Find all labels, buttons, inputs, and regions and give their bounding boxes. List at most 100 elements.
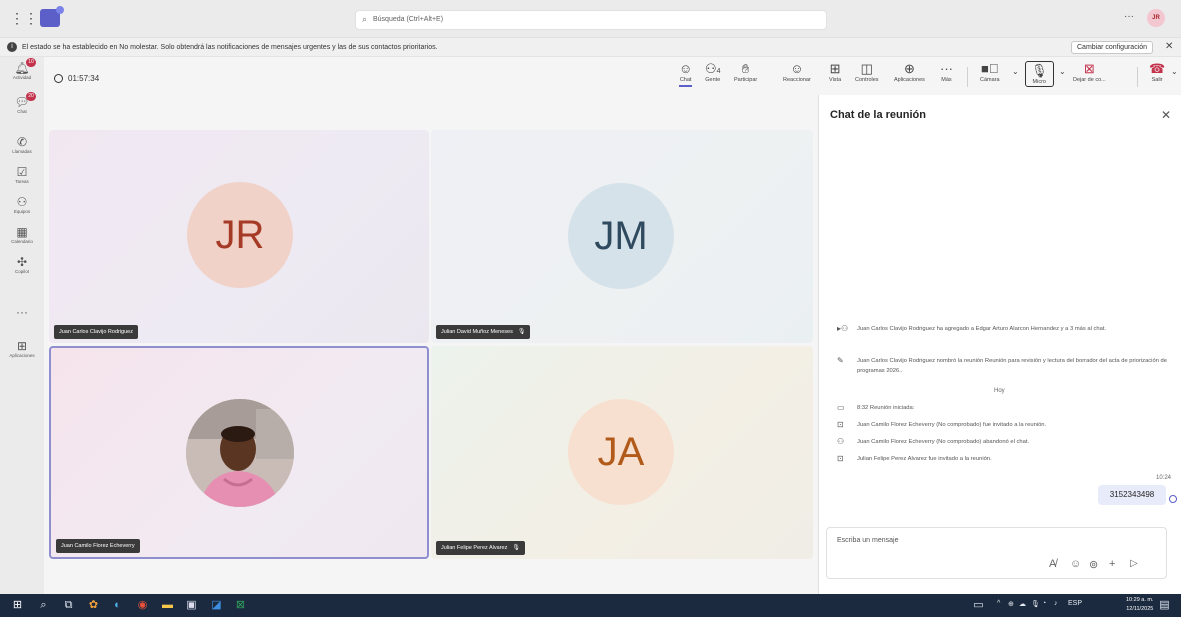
leave-button[interactable]: ☎︎ Salir [1149,61,1165,83]
chat-icon: 💬︎ [14,95,30,109]
leave-options-chevron-icon[interactable]: ⌄ [1171,67,1178,76]
clock-date: 12/11/2025 [1126,606,1154,612]
system-message: ▸⚇ Juan Carlos Clavijo Rodriguez ha agre… [837,324,1172,334]
stop-sharing-button[interactable]: ⊠ Dejar de co... [1073,61,1106,83]
chat-button[interactable]: ☺ Chat [679,61,693,87]
volume-icon[interactable]: ♪ [1054,600,1058,607]
my-message[interactable]: 3152343498 [1098,485,1166,505]
label: Controles [855,77,879,83]
edge-icon[interactable]: ◐ [110,598,125,613]
rail-item-tasks[interactable]: ☑ Tareas [0,165,44,184]
mic-tray-icon[interactable]: 🎙︎ [1031,600,1040,608]
hand-icon: ✋︎ [741,61,750,76]
system-message: ⊡ Juan Camilo Florez Echeverry (No compr… [837,420,1172,430]
send-icon[interactable]: ▷ [1130,558,1138,569]
message-text: Juan Camilo Florez Echeverry (No comprob… [857,422,1047,428]
rail-label: Actividad [12,75,32,80]
meet-now-icon[interactable]: ▭ [971,598,986,613]
rail-item-teams[interactable]: ⚇ Equipos [0,195,44,214]
rail-item-copilot[interactable]: ✣ Copilot [0,255,44,274]
rail-item-chat[interactable]: 💬︎ 20 Chat [0,92,44,114]
close-banner-icon[interactable]: ✕ [1165,41,1173,52]
person-photo-icon [186,399,294,507]
search-icon[interactable]: ⌕ [36,598,51,613]
outlook-icon[interactable]: ◪ [209,598,224,613]
message-time: 10:24 [1156,475,1172,481]
controls-button[interactable]: ◫ Controles [855,61,879,83]
participant-tile[interactable]: JA Julian Felipe Perez Alvarez 🎙︎ [431,346,813,559]
meeting-timer: 01:57:34 [54,74,99,83]
change-settings-button[interactable]: Cambiar configuración [1071,41,1154,54]
rail-item-calendar[interactable]: ▦ Calendario [0,225,44,244]
windows-start-icon[interactable]: ⊞ [10,598,25,613]
rail-label: Calendario [11,239,33,244]
label: Micro [1032,79,1046,85]
rail-label: Tareas [15,179,29,184]
label: Vista [829,77,842,83]
apps-icon: ⊞ [16,339,28,353]
user-avatar[interactable]: JR [1147,9,1165,27]
apps-button[interactable]: ⊕ Aplicaciones [894,61,925,83]
rail-item-calls[interactable]: ✆ Llamadas [0,135,44,154]
dnd-banner: i El estado se ha establecido en No mole… [0,38,1181,57]
rail-item-apps[interactable]: ⊞ Aplicaciones [0,339,44,358]
tasks-icon: ☑ [16,165,28,179]
react-button[interactable]: ☺ Reaccionar [783,61,811,83]
show-hidden-icons-icon[interactable]: ^ [997,600,1000,607]
rail-item-activity[interactable]: 🔔︎ 10 Actividad [0,58,44,80]
close-icon[interactable]: ✕ [1161,108,1171,122]
search-placeholder: Búsqueda (Ctrl+Alt+E) [373,16,444,23]
name-text: Julian David Muñoz Meneses [441,329,513,335]
loop-icon[interactable]: ⊚ [1089,558,1098,571]
mic-button[interactable]: 🎙︎ Micro [1025,61,1054,87]
network-icon[interactable]: ⊕ [1008,600,1014,608]
people-button[interactable]: ⚇4 Gente [705,61,721,83]
app-launcher-icon[interactable]: ⋮⋮⋮ [10,10,52,28]
store-icon[interactable]: ▣ [184,598,199,613]
compose-box[interactable]: Escriba un mensaje A̸ ☺ ⊚ + ▷ [826,527,1167,579]
copilot-taskbar-icon[interactable]: ✿ [86,598,101,613]
language-indicator[interactable]: ESP [1068,600,1082,607]
stop-share-icon: ⊠ [1083,61,1095,76]
camera-off-icon: ■⃠ [980,61,999,76]
excel-icon[interactable]: ⊠ [233,598,248,613]
onedrive-icon[interactable]: ☁ [1019,600,1026,608]
search-input[interactable]: ⌕ Búsqueda (Ctrl+Alt+E) [355,10,827,30]
file-explorer-icon[interactable]: ▬ [160,598,175,613]
notifications-icon[interactable]: ▤ [1157,598,1172,613]
task-view-icon[interactable]: ⧉ [61,598,76,613]
muted-mic-icon: 🎙︎ [517,329,526,335]
people-count: 4 [716,68,721,75]
system-clock[interactable]: 10:29 a. m. 12/11/2025 [1126,596,1154,614]
participant-name: Juan Carlos Clavijo Rodriguez [54,325,138,339]
label: Salir [1151,77,1163,83]
participant-tile[interactable]: JR Juan Carlos Clavijo Rodriguez [49,130,429,343]
system-message: ▭ 8:32 Reunión iniciada: [837,403,1172,413]
system-message: ⚇ Juan Camilo Florez Echeverry (No compr… [837,437,1172,447]
camera-button[interactable]: ■⃠ Cámara [980,61,1000,83]
camera-options-chevron-icon[interactable]: ⌄ [1012,67,1019,76]
raise-hand-button[interactable]: ✋︎ Participar [734,61,757,83]
info-icon: i [7,42,17,52]
name-text: Juan Camilo Florez Echeverry [61,543,135,549]
chrome-icon[interactable]: ◉ [135,598,150,613]
mic-options-chevron-icon[interactable]: ⌄ [1059,67,1066,76]
attach-plus-icon[interactable]: + [1109,558,1115,570]
label: Chat [679,77,692,83]
emoji-icon[interactable]: ☺ [1070,558,1081,570]
label: Cámara [980,77,1000,83]
compose-placeholder: Escriba un mensaje [837,537,899,544]
label: Gente [705,77,721,83]
participant-tile[interactable]: JM Julian David Muñoz Meneses 🎙︎ [431,130,813,343]
more-options-icon[interactable]: ··· [1124,11,1134,22]
participant-avatar: JA [568,399,674,505]
phone-icon: ✆ [16,135,28,149]
banner-text: El estado se ha establecido en No molest… [22,44,438,51]
participant-tile-active[interactable]: Juan Camilo Florez Echeverry [49,346,429,559]
view-button[interactable]: ⊞ Vista [829,61,841,83]
wifi-icon[interactable]: ◔ [1042,600,1046,607]
format-icon[interactable]: A̸ [1049,558,1056,570]
more-button[interactable]: ··· Más [940,61,953,83]
meeting-toolbar: ☺ Chat ⚇4 Gente ✋︎ Participar ☺ Reaccionar ⊞… [675,59,1181,95]
rail-item-more[interactable]: ··· [0,305,44,319]
